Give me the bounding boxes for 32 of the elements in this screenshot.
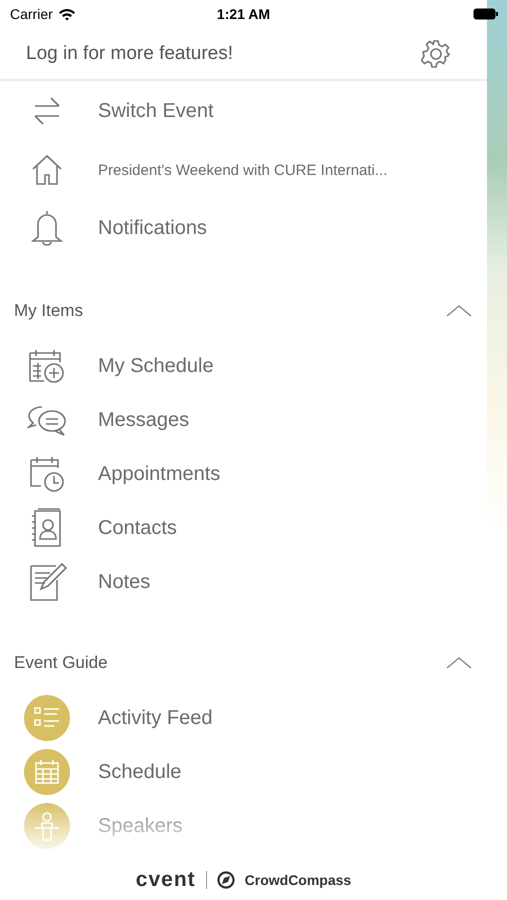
partner-logo: CrowdCompass [244,872,352,888]
address-book-icon [30,508,64,548]
speaker-podium-icon [33,811,61,841]
menu-item[interactable]: Notifications [98,216,207,240]
menu-item[interactable]: Switch Event [98,100,214,122]
chevron-up-icon[interactable] [445,656,473,670]
chat-bubbles-icon [26,403,68,437]
menu-item[interactable]: Messages [98,408,190,432]
calendar-clock-icon [28,455,66,493]
menu-item[interactable]: Appointments [98,462,220,486]
home-icon [30,153,64,187]
calendar-icon [33,758,61,786]
section-title: My Items [14,301,83,321]
menu-item[interactable]: President's Weekend with CURE Internati... [98,162,388,178]
calendar-add-icon [27,348,67,384]
carrier-name: Carrier [10,6,53,22]
menu-item[interactable]: Schedule [98,760,182,784]
menu-item[interactable]: Notes [98,570,150,594]
clock-time: 1:21 AM [216,6,270,22]
menu-item[interactable]: Contacts [98,516,177,540]
compass-icon [216,871,235,889]
wifi-icon [58,8,76,20]
chevron-up-icon[interactable] [445,304,473,318]
notepad-pencil-icon [27,562,67,602]
login-prompt[interactable]: Log in for more features! [26,42,233,64]
menu-item[interactable]: Activity Feed [98,706,212,730]
battery-icon [473,8,499,20]
brand-logo: cvent [136,868,196,892]
bell-icon [29,209,65,247]
settings-icon[interactable] [421,38,451,68]
menu-item[interactable]: My Schedule [98,354,214,378]
section-title: Event Guide [14,653,108,673]
